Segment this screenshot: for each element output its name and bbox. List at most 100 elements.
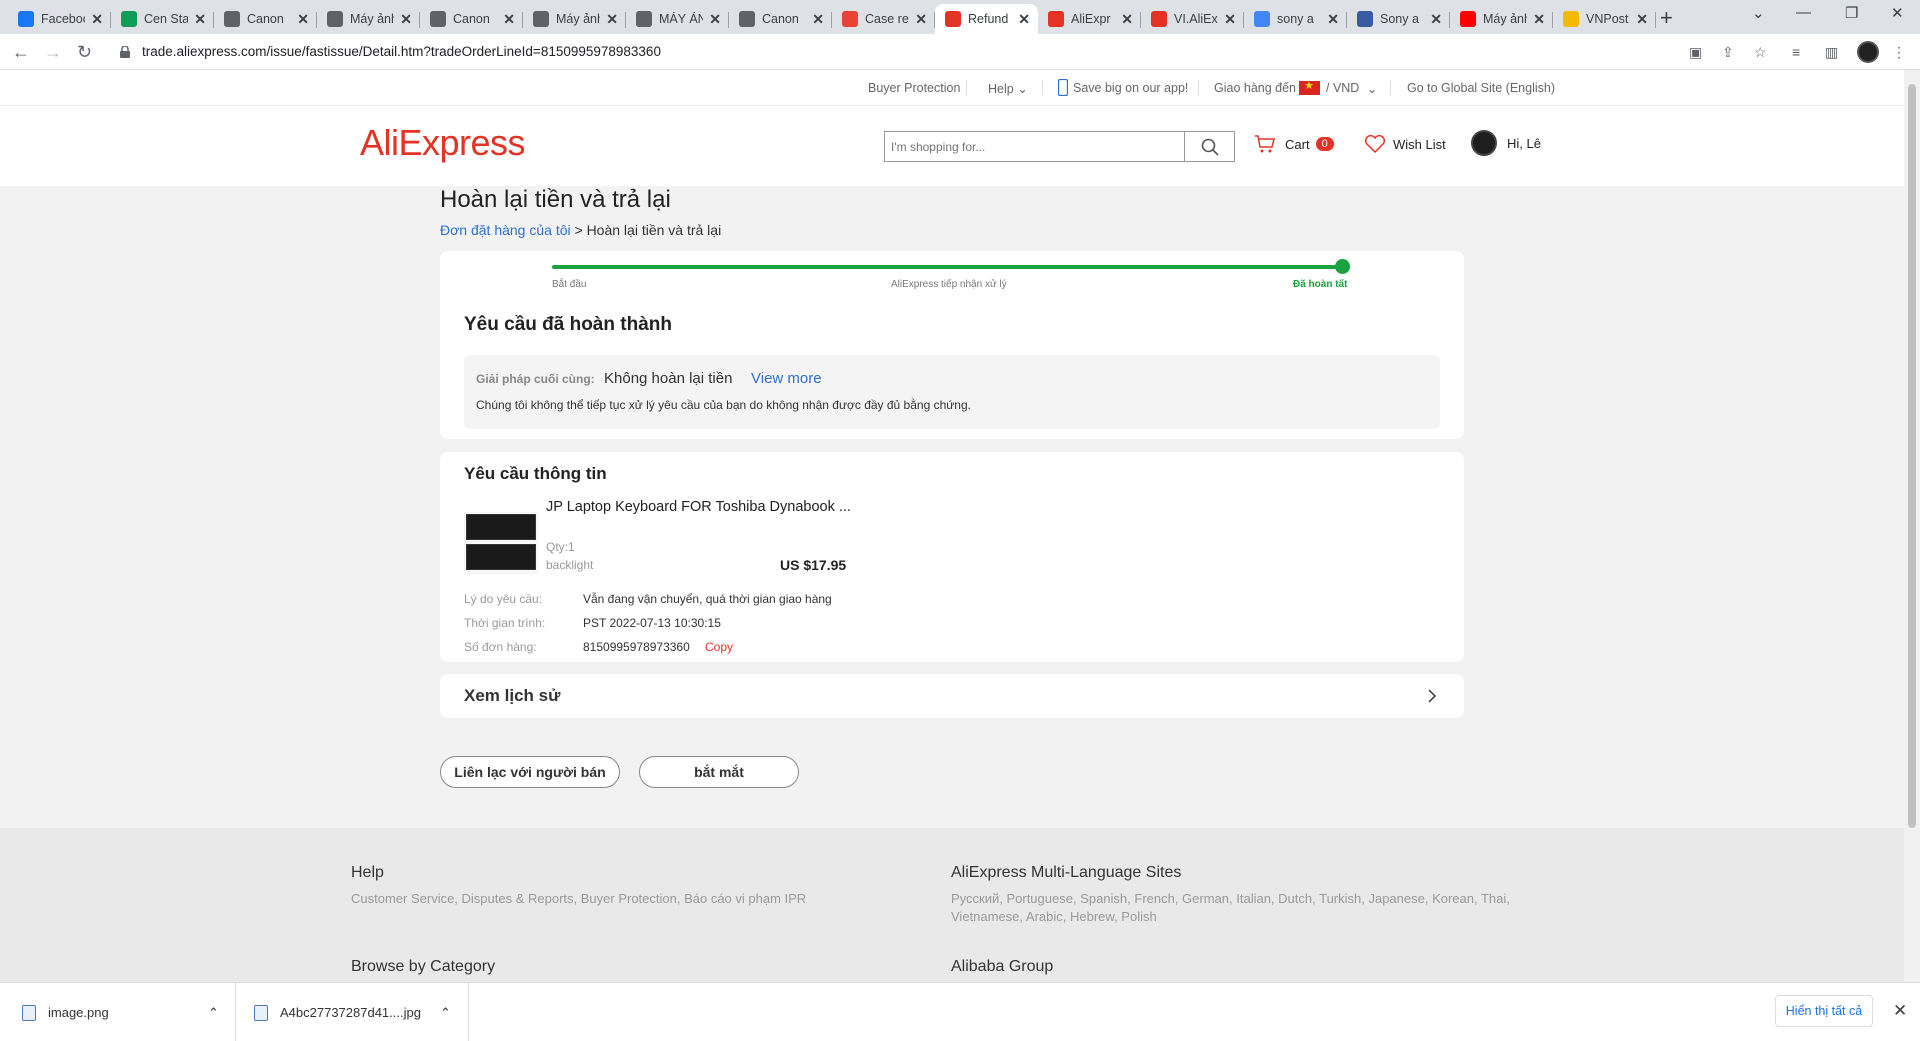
search-button[interactable] [1184,132,1234,161]
resolution-value: Không hoàn lại tiền [604,370,733,387]
bookmark-star-icon[interactable]: ☆ [1754,44,1770,60]
help-menu[interactable]: Help ⌄ [988,81,1028,96]
close-tab-icon[interactable]: ✕ [1224,11,1236,28]
footer-help-links[interactable]: Customer Service, Disputes & Reports, Bu… [351,890,871,908]
close-tab-icon[interactable]: ✕ [297,11,309,28]
vnpost-icon [1563,11,1579,27]
forward-icon[interactable]: → [44,42,62,63]
account-menu[interactable]: Hi, Lê [1471,130,1541,156]
menu-icon[interactable]: ⋮ [1892,44,1908,60]
site-header: AliExpress Cart 0 Wish List [0,106,1904,186]
search-box [884,131,1235,162]
download-item[interactable]: image.png ⌃ [22,983,222,1041]
browser-tab[interactable]: Máy ảnh ✕ [317,4,420,34]
product-name[interactable]: JP Laptop Keyboard FOR Toshiba Dynabook … [546,499,851,515]
close-tab-icon[interactable]: ✕ [1430,11,1442,28]
tab-search-icon[interactable]: ⌄ [1752,4,1765,22]
browser-tab[interactable]: Canon ✕ [729,4,832,34]
wishlist-link[interactable]: Wish List [1364,134,1446,154]
footer-browse-heading: Browse by Category [351,958,496,975]
close-tab-icon[interactable]: ✕ [400,11,412,28]
search-input[interactable] [885,132,1185,161]
buyer-protection-link[interactable]: Buyer Protection [868,81,960,95]
tab-title: sony a [1277,12,1314,26]
breadcrumb: Đơn đặt hàng của tôi > Hoàn lại tiền và … [440,222,721,238]
contact-seller-button[interactable]: Liên lạc với người bán [440,756,620,788]
heart-icon [1364,134,1386,154]
close-tab-icon[interactable]: ✕ [709,11,721,28]
side-panel-icon[interactable]: ▥ [1825,44,1841,60]
share-icon[interactable]: ⇪ [1722,44,1738,60]
close-tab-icon[interactable]: ✕ [503,11,515,28]
browser-tab[interactable]: AliExpr ✕ [1038,4,1141,34]
history-label: Xem lịch sử [464,686,561,705]
step-completed: Đã hoàn tất [1293,279,1348,290]
restore-icon[interactable]: ❐ [1845,4,1858,22]
browser-tab[interactable]: sony a ✕ [1244,4,1347,34]
close-tab-icon[interactable]: ✕ [915,11,927,28]
copy-order-button[interactable]: Copy [705,640,733,654]
tab-title: Sony a [1380,12,1419,26]
browser-tab[interactable]: VNPost ✕ [1553,4,1656,34]
close-tab-icon[interactable]: ✕ [812,11,824,28]
top-nav: Buyer Protection Help ⌄ Save big on our … [0,70,1904,106]
close-tab-icon[interactable]: ✕ [1636,11,1648,28]
back-icon[interactable]: ← [12,42,30,63]
browser-tab[interactable]: Case re ✕ [832,4,935,34]
browser-tab[interactable]: Máy ảnh ✕ [523,4,626,34]
browser-tab[interactable]: Máy ảnh ✕ [1450,4,1553,34]
browser-tab[interactable]: Canon ✕ [214,4,317,34]
chevron-up-icon[interactable]: ⌃ [208,1005,219,1021]
aliexpress-logo[interactable]: AliExpress [360,122,526,164]
chevron-right-icon [1428,689,1437,703]
breadcrumb-orders-link[interactable]: Đơn đặt hàng của tôi [440,222,571,238]
product-variant: backlight [546,558,594,572]
ship-to-label[interactable]: Giao hàng đến [1214,81,1296,95]
view-more-link[interactable]: View more [751,370,822,387]
global-site-link[interactable]: Go to Global Site (English) [1407,81,1555,95]
browser-tab[interactable]: MÁY ẢNH ✕ [626,4,729,34]
step-start: Bắt đầu [552,279,587,290]
report-button[interactable]: bắt mắt [639,756,799,788]
browser-tab[interactable]: Cen Stats ✕ [111,4,214,34]
show-all-downloads-button[interactable]: Hiển thị tất cả [1775,995,1873,1027]
close-tab-icon[interactable]: ✕ [194,11,206,28]
app-promo-link[interactable]: Save big on our app! [1073,81,1188,95]
globe-icon [327,11,343,27]
new-tab-button[interactable]: + [1660,5,1673,31]
reading-list-icon[interactable]: ≡ [1792,44,1808,60]
footer-multilang-links[interactable]: Русский, Portuguese, Spanish, French, Ge… [951,890,1531,926]
browser-tab[interactable]: VI.AliEx ✕ [1141,4,1244,34]
download-filename: image.png [48,1005,109,1020]
browser-tab[interactable]: Facebook ✕ [8,4,111,34]
download-item[interactable]: A4bc27737287d41....jpg ⌃ [254,983,454,1041]
product-image[interactable] [464,512,538,574]
close-download-bar-icon[interactable]: ✕ [1893,1001,1907,1021]
currency-label[interactable]: / VND [1326,81,1359,95]
browser-tab[interactable]: Canon ✕ [420,4,523,34]
close-tab-icon[interactable]: ✕ [1018,11,1030,28]
reload-icon[interactable]: ↻ [77,42,92,63]
address-bar[interactable]: trade.aliexpress.com/issue/fastissue/Det… [106,39,1686,65]
close-tab-icon[interactable]: ✕ [1533,11,1545,28]
profile-avatar[interactable] [1857,41,1879,63]
minimize-icon[interactable]: — [1796,4,1811,21]
close-tab-icon[interactable]: ✕ [1121,11,1133,28]
globe-icon [533,11,549,27]
globe-icon [1357,11,1373,27]
translate-icon[interactable]: ▣ [1689,44,1705,60]
submit-time-label: Thời gian trình: [464,616,546,630]
browser-tab[interactable]: Refund ✕ [935,4,1038,34]
close-tab-icon[interactable]: ✕ [91,11,103,28]
history-row[interactable]: Xem lịch sử [440,674,1464,718]
close-tab-icon[interactable]: ✕ [606,11,618,28]
close-tab-icon[interactable]: ✕ [1327,11,1339,28]
page-scrollbar[interactable] [1904,70,1920,982]
scrollbar-thumb[interactable] [1908,84,1916,828]
chevron-up-icon[interactable]: ⌃ [440,1005,451,1021]
cart-link[interactable]: Cart 0 [1254,134,1334,154]
browser-tab[interactable]: Sony a ✕ [1347,4,1450,34]
tab-title: Refund [968,12,1009,26]
tab-title: MÁY ẢNH [659,12,704,26]
close-window-icon[interactable]: ✕ [1891,4,1904,22]
